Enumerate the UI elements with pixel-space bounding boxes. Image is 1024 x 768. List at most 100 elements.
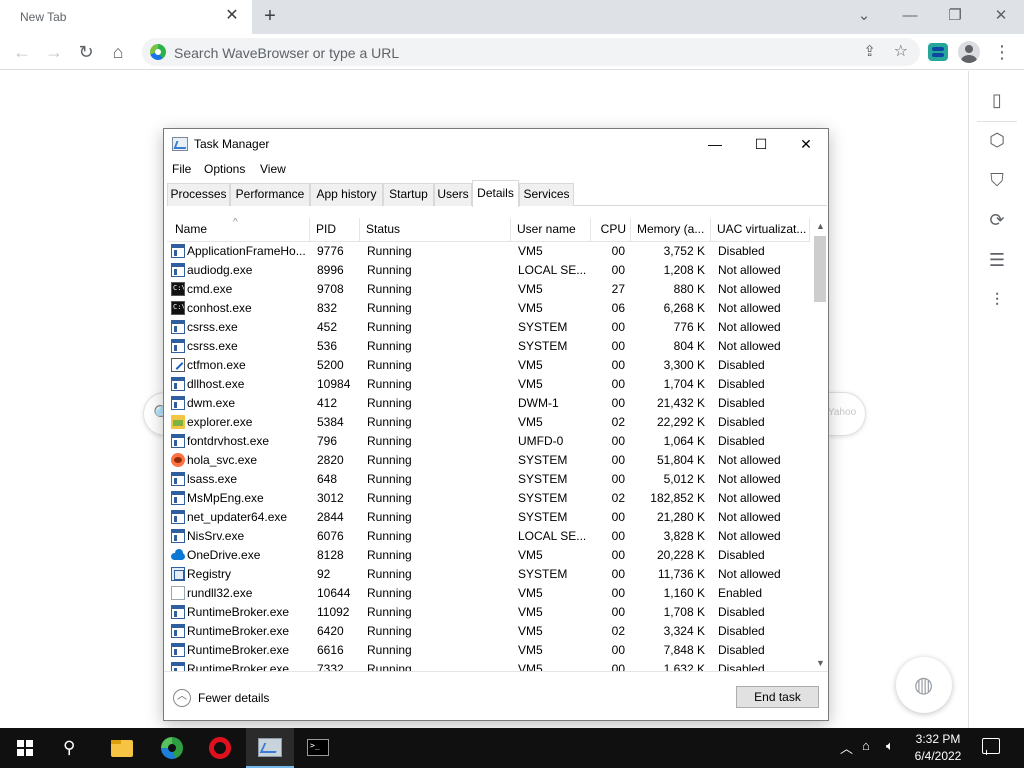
column-uac-virtualization[interactable]: UAC virtualizat... xyxy=(711,218,810,242)
package-icon[interactable]: ⬡ xyxy=(985,128,1009,152)
table-row[interactable]: cmd.exe 9708 Running VM5 27 880 K Not allowed xyxy=(167,280,810,299)
vertical-scrollbar[interactable]: ▲ ▼ xyxy=(812,218,829,672)
table-row[interactable]: conhost.exe 832 Running VM5 06 6,268 K Not all… xyxy=(167,299,810,318)
tm-close-button[interactable]: ✕ xyxy=(783,129,829,159)
table-row[interactable]: RuntimeBroker.exe 11092 Running VM5 00 1,708 … xyxy=(167,603,810,622)
table-row[interactable]: csrss.exe 452 Running SYSTEM 00 776 K Not allo… xyxy=(167,318,810,337)
column-user-name[interactable]: User name xyxy=(511,218,591,242)
chevron-up-icon[interactable]: ︿ xyxy=(840,738,853,757)
forward-icon[interactable]: → xyxy=(42,40,66,64)
sync-icon[interactable]: ⟳ xyxy=(985,208,1009,232)
tab-details[interactable]: Details xyxy=(472,180,519,207)
menu-file[interactable]: File xyxy=(172,162,191,176)
shopping-bag-icon[interactable]: ⛉ xyxy=(985,168,1009,192)
scroll-up-icon[interactable]: ▲ xyxy=(812,218,829,235)
tm-maximize-button[interactable]: ☐ xyxy=(738,129,784,159)
back-icon[interactable]: ← xyxy=(10,40,34,64)
process-user-name: SYSTEM xyxy=(518,567,568,581)
scroll-thumb[interactable] xyxy=(814,236,826,302)
restore-button[interactable]: ❐ xyxy=(941,4,969,28)
share-icon[interactable]: ⇪ xyxy=(863,42,876,60)
tm-minimize-button[interactable]: — xyxy=(692,129,738,159)
taskbar-edge[interactable] xyxy=(148,728,196,768)
new-tab-button[interactable]: + xyxy=(258,4,282,28)
process-cpu: 02 xyxy=(611,624,625,638)
column-name[interactable]: Name ^ xyxy=(167,218,310,242)
table-row[interactable]: dllhost.exe 10984 Running VM5 00 1,704 K Disab… xyxy=(167,375,810,394)
table-row[interactable]: dwm.exe 412 Running DWM-1 00 21,432 K Disabled xyxy=(167,394,810,413)
table-row[interactable]: explorer.exe 5384 Running VM5 02 22,292 K Disa… xyxy=(167,413,810,432)
home-icon[interactable]: ⌂ xyxy=(106,40,130,64)
table-row[interactable]: OneDrive.exe 8128 Running VM5 00 20,228 K Disa… xyxy=(167,546,810,565)
menu-view[interactable]: View xyxy=(260,162,286,176)
reload-icon[interactable]: ↻ xyxy=(74,40,98,64)
process-user-name: VM5 xyxy=(518,415,543,429)
tab-app-history[interactable]: App history xyxy=(310,183,383,206)
tab-services[interactable]: Services xyxy=(519,183,574,206)
close-window-button[interactable]: ✕ xyxy=(987,4,1015,28)
browser-tab[interactable]: New Tab ✕ xyxy=(0,0,252,34)
process-pid: 6076 xyxy=(317,529,344,543)
tab-startup[interactable]: Startup xyxy=(383,183,434,206)
tab-processes[interactable]: Processes xyxy=(167,183,230,206)
checklist-icon[interactable]: ☰ xyxy=(985,248,1009,272)
table-row[interactable]: hola_svc.exe 2820 Running SYSTEM 00 51,804 K N… xyxy=(167,451,810,470)
fewer-details-link[interactable]: Fewer details xyxy=(198,691,269,705)
table-row[interactable]: ApplicationFrameHo... 9776 Running VM5 00 3,7… xyxy=(167,242,810,261)
table-row[interactable]: csrss.exe 536 Running SYSTEM 00 804 K Not allo… xyxy=(167,337,810,356)
table-row[interactable]: ctfmon.exe 5200 Running VM5 00 3,300 K Disable… xyxy=(167,356,810,375)
address-bar-placeholder: Search WaveBrowser or type a URL xyxy=(174,45,400,61)
bookmarks-panel-icon[interactable]: ▯ xyxy=(985,88,1009,112)
task-manager-titlebar[interactable]: Task Manager — ☐ ✕ xyxy=(164,129,828,159)
process-status: Running xyxy=(367,643,412,657)
notification-center-icon[interactable] xyxy=(982,738,1000,754)
column-pid[interactable]: PID xyxy=(310,218,360,242)
process-hola-icon xyxy=(171,453,185,467)
process-pid: 10984 xyxy=(317,377,351,391)
process-uac-virtualization: Disabled xyxy=(718,548,765,562)
end-task-button[interactable]: End task xyxy=(736,686,819,708)
taskbar-command-prompt[interactable] xyxy=(294,728,342,768)
tab-close-icon[interactable]: ✕ xyxy=(222,6,242,26)
browser-tab-strip: New Tab ✕ + ⌄ — ❐ ✕ xyxy=(0,0,1024,34)
table-row[interactable]: NisSrv.exe 6076 Running LOCAL SE... 00 3,828 … xyxy=(167,527,810,546)
minimize-button[interactable]: — xyxy=(896,4,924,28)
volume-icon[interactable]: 🔈︎ xyxy=(886,738,894,754)
table-row[interactable]: MsMpEng.exe 3012 Running SYSTEM 02 182,852 K N… xyxy=(167,489,810,508)
table-row[interactable]: Registry 92 Running SYSTEM 00 11,736 K Not all… xyxy=(167,565,810,584)
table-row[interactable]: fontdrvhost.exe 796 Running UMFD-0 00 1,064 K… xyxy=(167,432,810,451)
customize-button[interactable]: ◍ xyxy=(896,657,952,713)
tab-search-icon[interactable]: ⌄ xyxy=(850,4,878,28)
start-button[interactable] xyxy=(0,728,48,768)
browser-menu-icon[interactable]: ⋮ xyxy=(992,40,1012,64)
taskbar-search-button[interactable]: ⚲ xyxy=(48,728,96,768)
table-row[interactable]: audiodg.exe 8996 Running LOCAL SE... 00 1,208… xyxy=(167,261,810,280)
table-row[interactable]: rundll32.exe 10644 Running VM5 00 1,160 K Enab… xyxy=(167,584,810,603)
process-memory: 3,752 K xyxy=(663,244,705,258)
table-row[interactable]: RuntimeBroker.exe 6420 Running VM5 02 3,324 K… xyxy=(167,622,810,641)
taskbar-clock[interactable]: 3:32 PM 6/4/2022 xyxy=(900,731,976,765)
table-row[interactable]: RuntimeBroker.exe 6616 Running VM5 00 7,848 K… xyxy=(167,641,810,660)
sliders-icon[interactable]: ⫶ xyxy=(985,288,1009,312)
process-uac-virtualization: Not allowed xyxy=(718,491,781,505)
ntp-search-box-right[interactable]: Yahoo xyxy=(826,392,866,436)
scroll-down-icon[interactable]: ▼ xyxy=(812,655,829,672)
taskbar-task-manager[interactable] xyxy=(246,728,294,768)
menu-options[interactable]: Options xyxy=(204,162,245,176)
column-status[interactable]: Status xyxy=(360,218,511,242)
bookmark-star-icon[interactable]: ☆ xyxy=(894,41,908,61)
profile-avatar[interactable] xyxy=(958,41,980,63)
tab-performance[interactable]: Performance xyxy=(230,183,310,206)
table-row[interactable]: net_updater64.exe 2844 Running SYSTEM 00 21,2… xyxy=(167,508,810,527)
taskbar-file-explorer[interactable] xyxy=(98,728,146,768)
process-app-icon xyxy=(171,434,185,448)
tab-users[interactable]: Users xyxy=(434,183,472,206)
column-cpu[interactable]: CPU xyxy=(591,218,631,242)
network-icon[interactable]: ⌂ xyxy=(862,738,870,753)
address-bar[interactable]: Search WaveBrowser or type a URL ⇪ ☆ xyxy=(142,38,920,66)
chevron-up-icon[interactable]: ︿ xyxy=(173,689,191,707)
taskbar-opera[interactable] xyxy=(196,728,244,768)
column-memory[interactable]: Memory (a... xyxy=(631,218,711,242)
extension-icon[interactable] xyxy=(928,43,948,61)
table-row[interactable]: lsass.exe 648 Running SYSTEM 00 5,012 K Not al… xyxy=(167,470,810,489)
